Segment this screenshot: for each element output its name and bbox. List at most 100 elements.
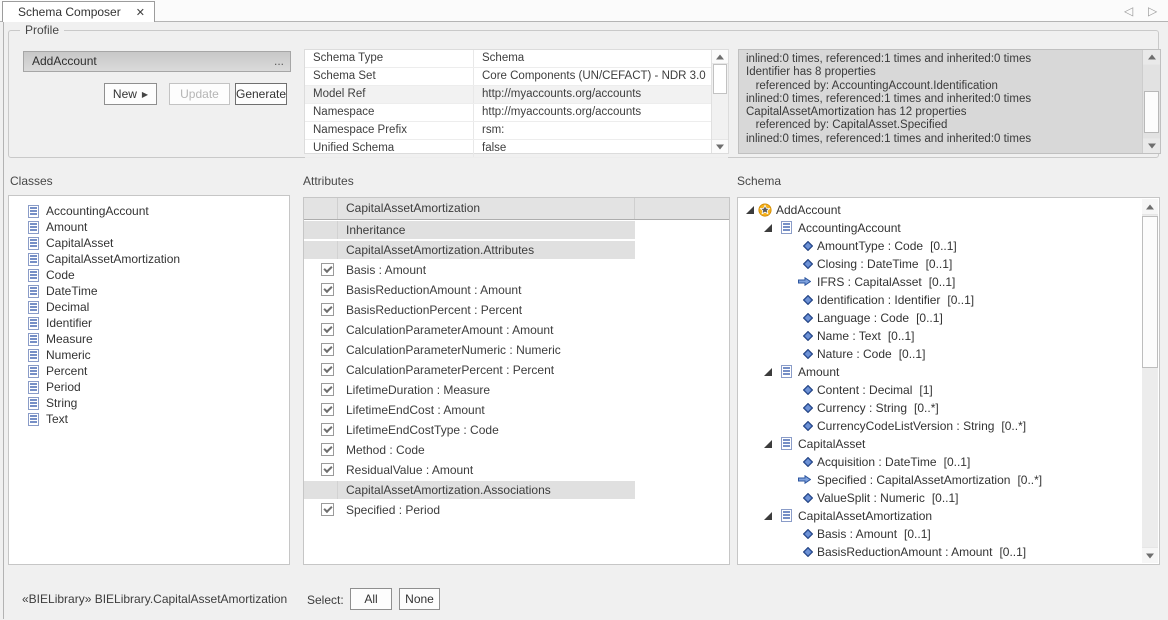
tree-node[interactable]: Amount [738, 363, 1159, 381]
profile-name-input[interactable]: AddAccount ... [23, 51, 291, 72]
select-none-button[interactable]: None [399, 588, 440, 610]
checkbox[interactable] [321, 423, 334, 436]
tab-scroll-right-icon[interactable]: ▷ [1148, 3, 1157, 19]
attributes-table: CapitalAssetAmortization InheritanceCapi… [303, 197, 730, 565]
attribute-row[interactable]: LifetimeEndCostType : Code [304, 420, 729, 440]
checkbox[interactable] [321, 443, 334, 456]
class-list-item[interactable]: Period [9, 379, 289, 395]
checkbox[interactable] [321, 403, 334, 416]
checkbox[interactable] [321, 323, 334, 336]
checkbox[interactable] [321, 263, 334, 276]
property-row[interactable]: Model Refhttp://myaccounts.org/accounts [305, 86, 728, 104]
attribute-row[interactable]: Specified : Period [304, 500, 729, 520]
tree-node[interactable]: Identification : Identifier[0..1] [738, 291, 1159, 309]
checkbox[interactable] [321, 303, 334, 316]
tree-node[interactable]: Closing : DateTime[0..1] [738, 255, 1159, 273]
attribute-diamond-icon [803, 421, 813, 431]
attribute-label: BasisReductionPercent : Percent [346, 300, 729, 320]
property-row[interactable]: Schema TypeSchema [305, 50, 728, 68]
class-list-item[interactable]: Measure [9, 331, 289, 347]
tree-node[interactable]: CurrencyCodeListVersion : String[0..*] [738, 417, 1159, 435]
checkbox[interactable] [321, 503, 334, 516]
property-value: rsm: [474, 122, 728, 139]
property-row[interactable]: Schema SetCore Components (UN/CEFACT) - … [305, 68, 728, 86]
select-all-button[interactable]: All [350, 588, 392, 610]
attributes-table-header: CapitalAssetAmortization [304, 198, 729, 220]
class-list-item[interactable]: Percent [9, 363, 289, 379]
scroll-up-icon[interactable] [1142, 199, 1158, 215]
tree-node[interactable]: CapitalAsset [738, 435, 1159, 453]
scrollbar-thumb[interactable] [1144, 91, 1159, 133]
checkbox[interactable] [321, 283, 334, 296]
property-name: Namespace Prefix [305, 122, 474, 139]
tree-node-label: Nature : Code[0..1] [817, 345, 1159, 363]
log-scrollbar[interactable] [1142, 50, 1160, 153]
tree-node[interactable]: Basis : Amount[0..1] [738, 525, 1159, 543]
attribute-row[interactable]: Basis : Amount [304, 260, 729, 280]
attribute-row[interactable]: LifetimeDuration : Measure [304, 380, 729, 400]
cardinality: [0..1] [904, 527, 931, 541]
checkbox[interactable] [321, 363, 334, 376]
attribute-row[interactable]: CalculationParameterNumeric : Numeric [304, 340, 729, 360]
class-list-item[interactable]: CapitalAsset [9, 235, 289, 251]
tree-node[interactable]: IFRS : CapitalAsset[0..1] [738, 273, 1159, 291]
attribute-row[interactable]: BasisReductionAmount : Amount [304, 280, 729, 300]
attribute-row[interactable]: LifetimeEndCost : Amount [304, 400, 729, 420]
browse-button[interactable]: ... [274, 52, 284, 71]
tree-node[interactable]: Currency : String[0..*] [738, 399, 1159, 417]
tree-node[interactable]: AccountingAccount [738, 219, 1159, 237]
scrollbar-thumb[interactable] [713, 64, 727, 94]
class-list-item[interactable]: Decimal [9, 299, 289, 315]
scroll-up-icon[interactable] [712, 50, 728, 64]
class-list-item[interactable]: Identifier [9, 315, 289, 331]
class-list-item[interactable]: DateTime [9, 283, 289, 299]
class-list-item[interactable]: CapitalAssetAmortization [9, 251, 289, 267]
profile-group: Profile AddAccount ... New▶ Update Gener… [8, 30, 1159, 158]
checkbox[interactable] [321, 343, 334, 356]
tree-node[interactable]: Acquisition : DateTime[0..1] [738, 453, 1159, 471]
tree-node[interactable]: ValueSplit : Numeric[0..1] [738, 489, 1159, 507]
attribute-row[interactable]: ResidualValue : Amount [304, 460, 729, 480]
new-button[interactable]: New▶ [104, 83, 157, 105]
schema-scrollbar[interactable] [1142, 199, 1158, 563]
class-list-item[interactable]: Code [9, 267, 289, 283]
attribute-row[interactable]: CalculationParameterAmount : Amount [304, 320, 729, 340]
scroll-up-icon[interactable] [1143, 50, 1160, 65]
attribute-row[interactable]: CalculationParameterPercent : Percent [304, 360, 729, 380]
tab-scroll-left-icon[interactable]: ◁ [1124, 3, 1133, 19]
close-icon[interactable]: ✕ [136, 6, 145, 19]
tree-node[interactable]: Specified : CapitalAssetAmortization[0..… [738, 471, 1159, 489]
tree-node[interactable]: Content : Decimal[1] [738, 381, 1159, 399]
class-list-item[interactable]: Numeric [9, 347, 289, 363]
attribute-row[interactable]: Method : Code [304, 440, 729, 460]
property-row[interactable]: Namespace Prefixrsm: [305, 122, 728, 140]
property-value: false [474, 140, 728, 157]
property-row[interactable]: Namespacehttp://myaccounts.org/accounts [305, 104, 728, 122]
tree-node[interactable]: CapitalAssetAmortization [738, 507, 1159, 525]
tree-node[interactable] [738, 561, 1159, 565]
checkbox[interactable] [321, 383, 334, 396]
property-row[interactable]: Unified Schemafalse [305, 140, 728, 158]
expand-toggle-icon [764, 368, 772, 376]
properties-scrollbar[interactable] [711, 50, 728, 153]
checkbox[interactable] [321, 463, 334, 476]
tree-node[interactable]: Name : Text[0..1] [738, 327, 1159, 345]
scroll-down-icon[interactable] [712, 139, 728, 153]
tree-node[interactable]: Language : Code[0..1] [738, 309, 1159, 327]
scroll-down-icon[interactable] [1143, 138, 1160, 153]
class-list-item[interactable]: String [9, 395, 289, 411]
class-list-item[interactable]: Text [9, 411, 289, 427]
class-list-item[interactable]: Amount [9, 219, 289, 235]
tree-node[interactable]: Nature : Code[0..1] [738, 345, 1159, 363]
class-icon [28, 317, 39, 330]
attribute-row[interactable]: BasisReductionPercent : Percent [304, 300, 729, 320]
update-button[interactable]: Update [169, 83, 230, 105]
tab-schema-composer[interactable]: Schema Composer ✕ [2, 1, 155, 22]
tree-node[interactable]: BasisReductionAmount : Amount[0..1] [738, 543, 1159, 561]
tree-node[interactable]: AmountType : Code[0..1] [738, 237, 1159, 255]
scrollbar-thumb[interactable] [1142, 216, 1158, 368]
scroll-down-icon[interactable] [1142, 547, 1158, 563]
tree-node[interactable]: AddAccount [738, 201, 1159, 219]
class-list-item[interactable]: AccountingAccount [9, 203, 289, 219]
generate-button[interactable]: Generate [235, 83, 287, 105]
